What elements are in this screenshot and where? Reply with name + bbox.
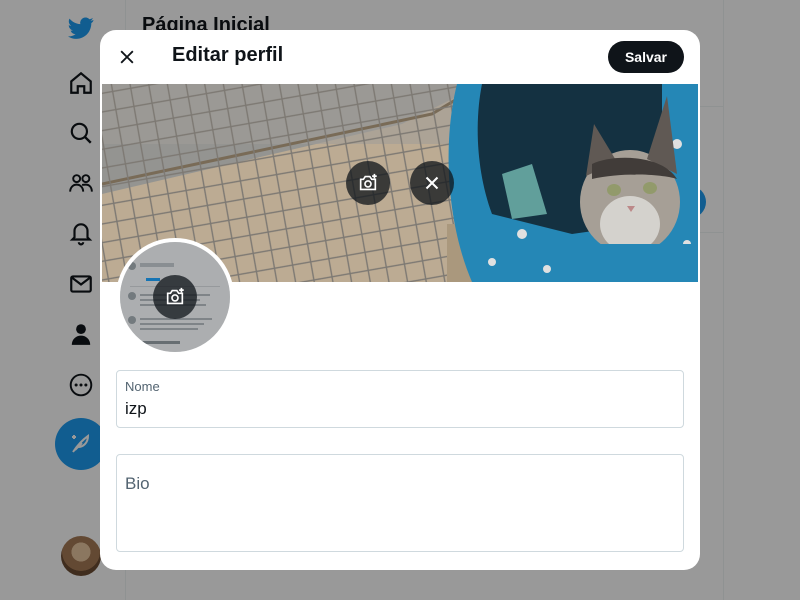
bio-field-label: Bio [125,474,150,493]
profile-avatar [116,238,234,356]
edit-profile-modal: Editar perfil Salvar Nome izp Bio [100,30,700,570]
name-field[interactable]: Nome izp [116,370,684,428]
add-avatar-photo-button[interactable] [153,275,197,319]
camera-plus-icon [166,287,184,305]
camera-plus-icon [359,173,377,191]
name-field-label: Nome [125,379,160,394]
close-icon [120,50,134,64]
save-button[interactable]: Salvar [607,41,684,73]
modal-header: Editar perfil Salvar [100,30,700,84]
close-icon [425,176,439,190]
name-field-value[interactable]: izp [125,399,147,419]
close-button[interactable] [110,40,144,74]
modal-title: Editar perfil [172,44,284,66]
remove-banner-photo-button[interactable] [410,161,454,205]
bio-field[interactable]: Bio [116,454,684,552]
add-banner-photo-button[interactable] [346,161,390,205]
